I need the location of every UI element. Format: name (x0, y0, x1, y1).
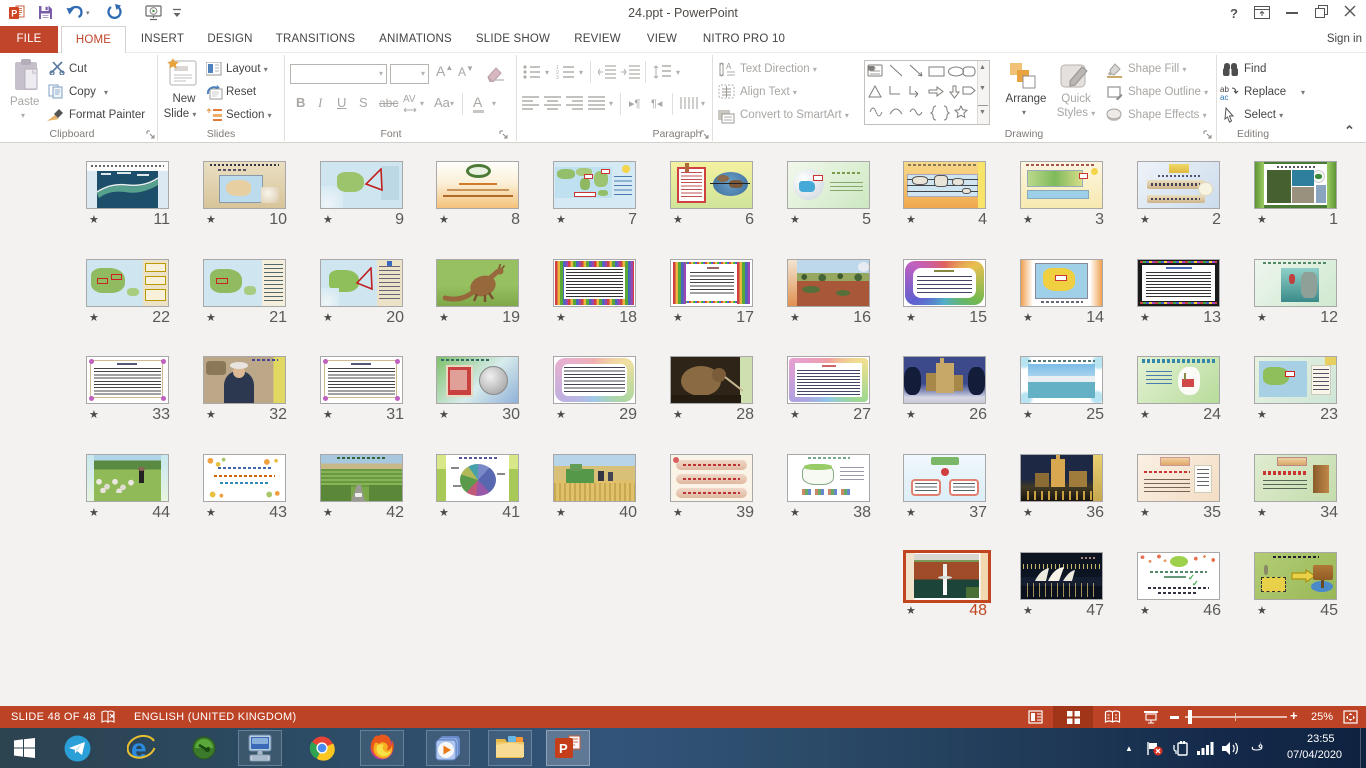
svg-text:A: A (726, 62, 732, 71)
svg-text:3: 3 (556, 75, 559, 80)
svg-text:P: P (559, 741, 568, 756)
svg-text:ac: ac (1220, 93, 1228, 101)
svg-text:P: P (11, 9, 17, 19)
